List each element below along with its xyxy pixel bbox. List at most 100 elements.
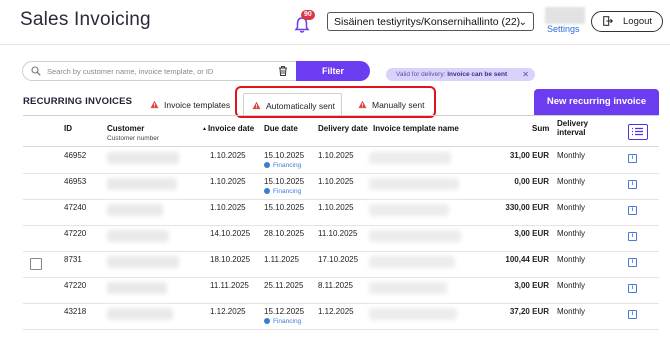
cell-id: 47240 xyxy=(64,203,87,212)
tab-manually-sent[interactable]: Manually sent xyxy=(358,95,424,115)
cell-interval: Monthly xyxy=(557,307,586,316)
search-input[interactable] xyxy=(47,64,277,78)
trash-icon[interactable] xyxy=(277,65,289,77)
logout-button[interactable]: Logout xyxy=(591,11,663,32)
tab-invoice-templates[interactable]: Invoice templates xyxy=(150,95,230,115)
search-field[interactable] xyxy=(22,61,296,81)
info-icon[interactable]: i xyxy=(628,232,637,241)
column-header-due-date[interactable]: Due date xyxy=(264,124,298,133)
warning-icon xyxy=(252,101,261,110)
section-title: RECURRING INVOICES xyxy=(23,96,133,107)
sort-ascending-icon: ▲ xyxy=(202,126,207,132)
info-icon[interactable]: i xyxy=(628,310,637,319)
cell-invoice-date: 1.10.2025 xyxy=(210,203,246,212)
cell-due-date: 28.10.2025 xyxy=(264,229,305,238)
cell-id: 47220 xyxy=(64,229,87,238)
cell-sum: 330,00 EUR xyxy=(505,203,549,212)
info-icon[interactable]: i xyxy=(628,154,637,163)
cell-sum: 3,00 EUR xyxy=(514,281,549,290)
cell-interval: Monthly xyxy=(557,281,586,290)
customer-redacted xyxy=(107,152,179,164)
tab-automatically-sent[interactable]: Automatically sent xyxy=(243,93,342,117)
list-icon xyxy=(632,127,643,136)
cell-delivery-date: 17.10.2025 xyxy=(318,255,359,264)
template-name-redacted xyxy=(369,204,449,216)
cell-interval: Monthly xyxy=(557,255,586,264)
customer-redacted xyxy=(107,256,179,268)
cell-sum: 3,00 EUR xyxy=(514,229,549,238)
cell-id: 46953 xyxy=(64,177,87,186)
customer-redacted xyxy=(107,230,169,242)
table-row[interactable]: 47240 1.10.2025 15.10.2025 1.10.2025 330,00 … xyxy=(23,199,659,226)
customer-redacted xyxy=(107,282,167,294)
table-row[interactable]: 8731 18.10.2025 1.11.2025 17.10.2025 100,44 … xyxy=(23,251,659,278)
new-recurring-invoice-button[interactable]: New recurring invoice xyxy=(534,89,659,115)
template-name-redacted xyxy=(369,256,455,268)
cell-interval: Monthly xyxy=(557,151,586,160)
financing-label: Financing xyxy=(273,318,302,325)
column-header-interval-line2: interval xyxy=(557,128,586,137)
customer-redacted xyxy=(107,178,177,190)
filter-button[interactable]: Filter xyxy=(296,61,370,81)
template-name-redacted xyxy=(369,282,447,294)
cell-sum: 100,44 EUR xyxy=(505,255,549,264)
table-row[interactable]: 46953 1.10.2025 15.10.2025 Financing 1.10.20… xyxy=(23,173,659,200)
financing-badge: Financing xyxy=(264,162,301,169)
logout-icon xyxy=(603,16,613,26)
search-icon xyxy=(31,66,41,76)
cell-invoice-date: 14.10.2025 xyxy=(210,229,251,238)
column-header-interval[interactable]: Delivery interval xyxy=(557,119,588,137)
financing-badge: Financing xyxy=(264,188,301,195)
table-row[interactable]: 47220 11.11.2025 25.11.2025 8.11.2025 3,00 E… xyxy=(23,277,659,304)
warning-icon xyxy=(358,100,367,109)
column-header-id[interactable]: ID xyxy=(64,124,72,133)
cell-delivery-date: 8.11.2025 xyxy=(318,281,353,290)
company-select[interactable]: Sisäinen testiyritys/Konsernihallinto (2… xyxy=(327,12,534,31)
cell-delivery-date: 11.10.2025 xyxy=(318,229,358,238)
cell-sum: 31,00 EUR xyxy=(509,151,549,160)
cell-invoice-date: 11.11.2025 xyxy=(210,281,249,290)
customer-redacted xyxy=(107,204,163,216)
column-header-sum[interactable]: Sum xyxy=(532,124,549,133)
financing-icon xyxy=(264,188,270,194)
cell-delivery-date: 1.10.2025 xyxy=(318,177,354,186)
info-icon[interactable]: i xyxy=(628,284,637,293)
cell-interval: Monthly xyxy=(557,203,586,212)
chip-value: Invoice can be sent xyxy=(447,71,508,78)
cell-delivery-date: 1.12.2025 xyxy=(318,307,354,316)
settings-link[interactable]: Settings xyxy=(547,24,580,34)
info-icon[interactable]: i xyxy=(628,258,637,267)
template-name-redacted xyxy=(369,230,461,242)
cell-due-date: 25.11.2025 xyxy=(264,281,304,290)
info-icon[interactable]: i xyxy=(628,180,637,189)
financing-badge: Financing xyxy=(264,318,301,325)
invoices-table: ID Customer Customer number ▲Invoice dat… xyxy=(23,115,659,342)
column-header-template[interactable]: Invoice template name xyxy=(373,124,459,133)
column-header-interval-line1: Delivery xyxy=(557,119,589,128)
template-name-redacted xyxy=(369,152,451,164)
column-header-invoice-date-label: Invoice date xyxy=(207,124,255,133)
warning-icon xyxy=(150,100,159,109)
table-row[interactable]: 46952 1.10.2025 15.10.2025 Financing 1.10.20… xyxy=(23,147,659,174)
table-row[interactable]: 43218 1.12.2025 15.12.2025 Financing 1.12.20… xyxy=(23,303,659,330)
cell-due-date: 15.12.2025 xyxy=(264,307,305,316)
financing-icon xyxy=(264,318,270,324)
chip-prefix: Valid for delivery: xyxy=(396,71,448,78)
cell-id: 46952 xyxy=(64,151,87,160)
cell-id: 43218 xyxy=(64,307,87,316)
cell-interval: Monthly xyxy=(557,177,586,186)
app-title: Sales Invoicing xyxy=(20,9,151,30)
info-icon[interactable]: i xyxy=(628,206,637,215)
table-row[interactable]: 47220 14.10.2025 28.10.2025 11.10.2025 3,00 … xyxy=(23,225,659,252)
cell-delivery-date: 1.10.2025 xyxy=(318,151,354,160)
column-settings-icon[interactable] xyxy=(628,124,648,140)
customer-redacted xyxy=(107,308,173,320)
chip-close-icon[interactable]: ✕ xyxy=(522,68,529,81)
financing-label: Financing xyxy=(273,188,302,195)
column-header-invoice-date[interactable]: ▲Invoice date xyxy=(202,124,254,133)
column-subheader-customer-number: Customer number xyxy=(107,135,160,142)
logout-label: Logout xyxy=(623,16,653,27)
column-header-customer[interactable]: Customer xyxy=(107,124,144,133)
column-header-delivery-date[interactable]: Delivery date xyxy=(318,124,368,133)
row-checkbox[interactable] xyxy=(30,258,42,270)
